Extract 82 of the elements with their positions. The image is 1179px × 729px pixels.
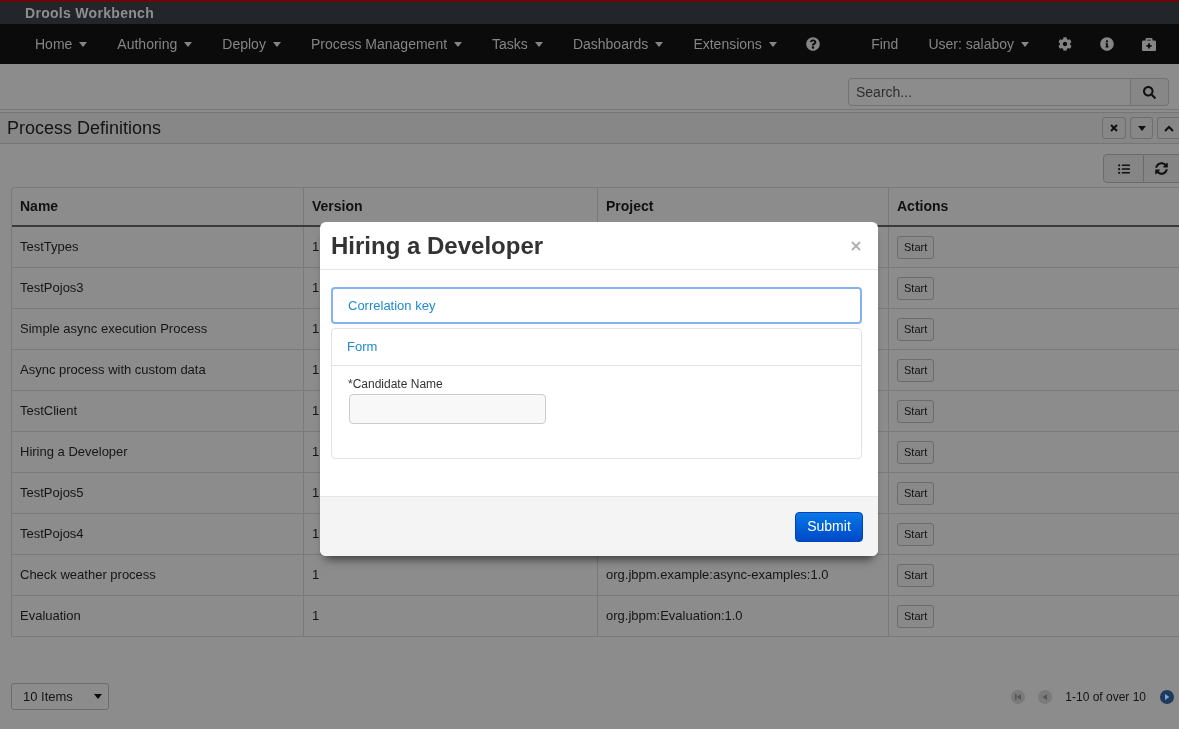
- caret-icon: [272, 41, 281, 47]
- table-cell-text: Simple async execution Process: [20, 320, 208, 339]
- table-cell-text: Hiring a Developer: [20, 443, 128, 462]
- list-icon: [1116, 162, 1131, 175]
- close-icon: [1110, 124, 1118, 132]
- caret-icon: [1021, 41, 1029, 47]
- table-cell-text: TestPojos3: [20, 279, 84, 298]
- table-cell-text: 1: [312, 443, 320, 462]
- nav-menu[interactable]: User: salaboy: [913, 24, 1044, 64]
- table-cell-text: TestPojos5: [20, 484, 84, 503]
- start-button[interactable]: Start: [897, 522, 935, 546]
- table-cell-text: TestClient: [20, 402, 78, 421]
- nav-menu[interactable]: Home: [20, 24, 103, 64]
- start-button[interactable]: Start: [897, 481, 935, 505]
- start-button[interactable]: Start: [897, 604, 935, 628]
- table-cell-text: 1: [312, 402, 320, 421]
- table-cell-text: 1: [312, 320, 320, 339]
- caret-icon: [454, 41, 463, 47]
- table-cell-text: Async process with custom data: [20, 361, 206, 380]
- start-button[interactable]: Start: [897, 440, 935, 464]
- submit-button[interactable]: Submit: [795, 511, 863, 542]
- start-button[interactable]: Start: [897, 399, 935, 423]
- modal-title: Hiring a Developer: [331, 233, 544, 258]
- list-view-button[interactable]: [1103, 154, 1144, 183]
- caret-icon: [79, 41, 88, 47]
- panel-menu-button[interactable]: [1130, 117, 1153, 139]
- nav-menu[interactable]: Dashboards: [557, 24, 679, 64]
- search-field[interactable]: Search...: [848, 78, 1131, 106]
- panel-title: Process Definitions: [7, 116, 162, 140]
- caret-icon: [184, 41, 193, 47]
- column-header: Project: [606, 197, 654, 216]
- nav-menu[interactable]: Extensions: [678, 24, 792, 64]
- start-button[interactable]: Start: [897, 235, 935, 259]
- caret-icon: [94, 694, 102, 699]
- page-size-select[interactable]: 10 Items: [11, 683, 109, 710]
- table-cell-text: 1: [312, 484, 320, 503]
- nav-menu[interactable]: Find: [856, 24, 914, 64]
- settings-icon[interactable]: [1058, 37, 1072, 51]
- next-page-icon[interactable]: [1160, 689, 1174, 704]
- caret-icon: [768, 41, 777, 47]
- caret-icon: [655, 41, 664, 47]
- table-cell-text: 1: [312, 238, 320, 257]
- table-cell-text: Check weather process: [20, 566, 156, 585]
- first-aid-kit-icon[interactable]: [1141, 37, 1157, 51]
- caret-icon: [1137, 125, 1146, 131]
- start-button[interactable]: Start: [897, 276, 935, 300]
- search-button[interactable]: [1131, 78, 1169, 106]
- table-cell-text: 1: [312, 566, 320, 585]
- close-button[interactable]: [1102, 117, 1126, 139]
- refresh-button[interactable]: [1144, 154, 1179, 183]
- start-button[interactable]: Start: [897, 563, 935, 587]
- nav-menu[interactable]: Authoring: [102, 24, 208, 64]
- caret-icon: [534, 41, 543, 47]
- column-header: Actions: [897, 197, 949, 216]
- start-button[interactable]: Start: [897, 358, 935, 382]
- collapse-button[interactable]: [1157, 117, 1179, 139]
- column-header: Name: [20, 197, 59, 216]
- chevron-up-icon: [1163, 124, 1174, 132]
- text-input[interactable]: [349, 394, 546, 424]
- table-cell-text: 1: [312, 525, 320, 544]
- nav-menu[interactable]: Process Management: [295, 24, 478, 64]
- page-summary: 1-10 of over 10: [1065, 688, 1146, 706]
- help-icon[interactable]: [805, 37, 820, 51]
- nav-menu[interactable]: Tasks: [477, 24, 558, 64]
- table-cell-text: 1: [312, 279, 320, 298]
- refresh-icon: [1155, 162, 1168, 175]
- app-title: Drools Workbench: [25, 3, 154, 23]
- accordion-title[interactable]: Correlation key: [348, 295, 436, 316]
- table-cell-text: org.jbpm:Evaluation:1.0: [606, 607, 743, 626]
- field-label: *Candidate Name: [348, 377, 443, 391]
- table-cell-text: TestPojos4: [20, 525, 84, 544]
- info-icon[interactable]: [1100, 37, 1114, 51]
- table-cell-text: org.jbpm.example:async-examples:1.0: [606, 566, 829, 585]
- nav-menu[interactable]: Deploy: [207, 24, 296, 64]
- accordion-title[interactable]: Form: [347, 337, 378, 357]
- table-cell-text: 1: [312, 607, 320, 626]
- table-cell-text: 1: [312, 361, 320, 380]
- search-icon: [1143, 85, 1156, 99]
- column-header: Version: [312, 197, 363, 216]
- table-cell-text: TestTypes: [20, 238, 79, 257]
- table-cell-text: Evaluation: [20, 607, 81, 626]
- start-button[interactable]: Start: [897, 317, 935, 341]
